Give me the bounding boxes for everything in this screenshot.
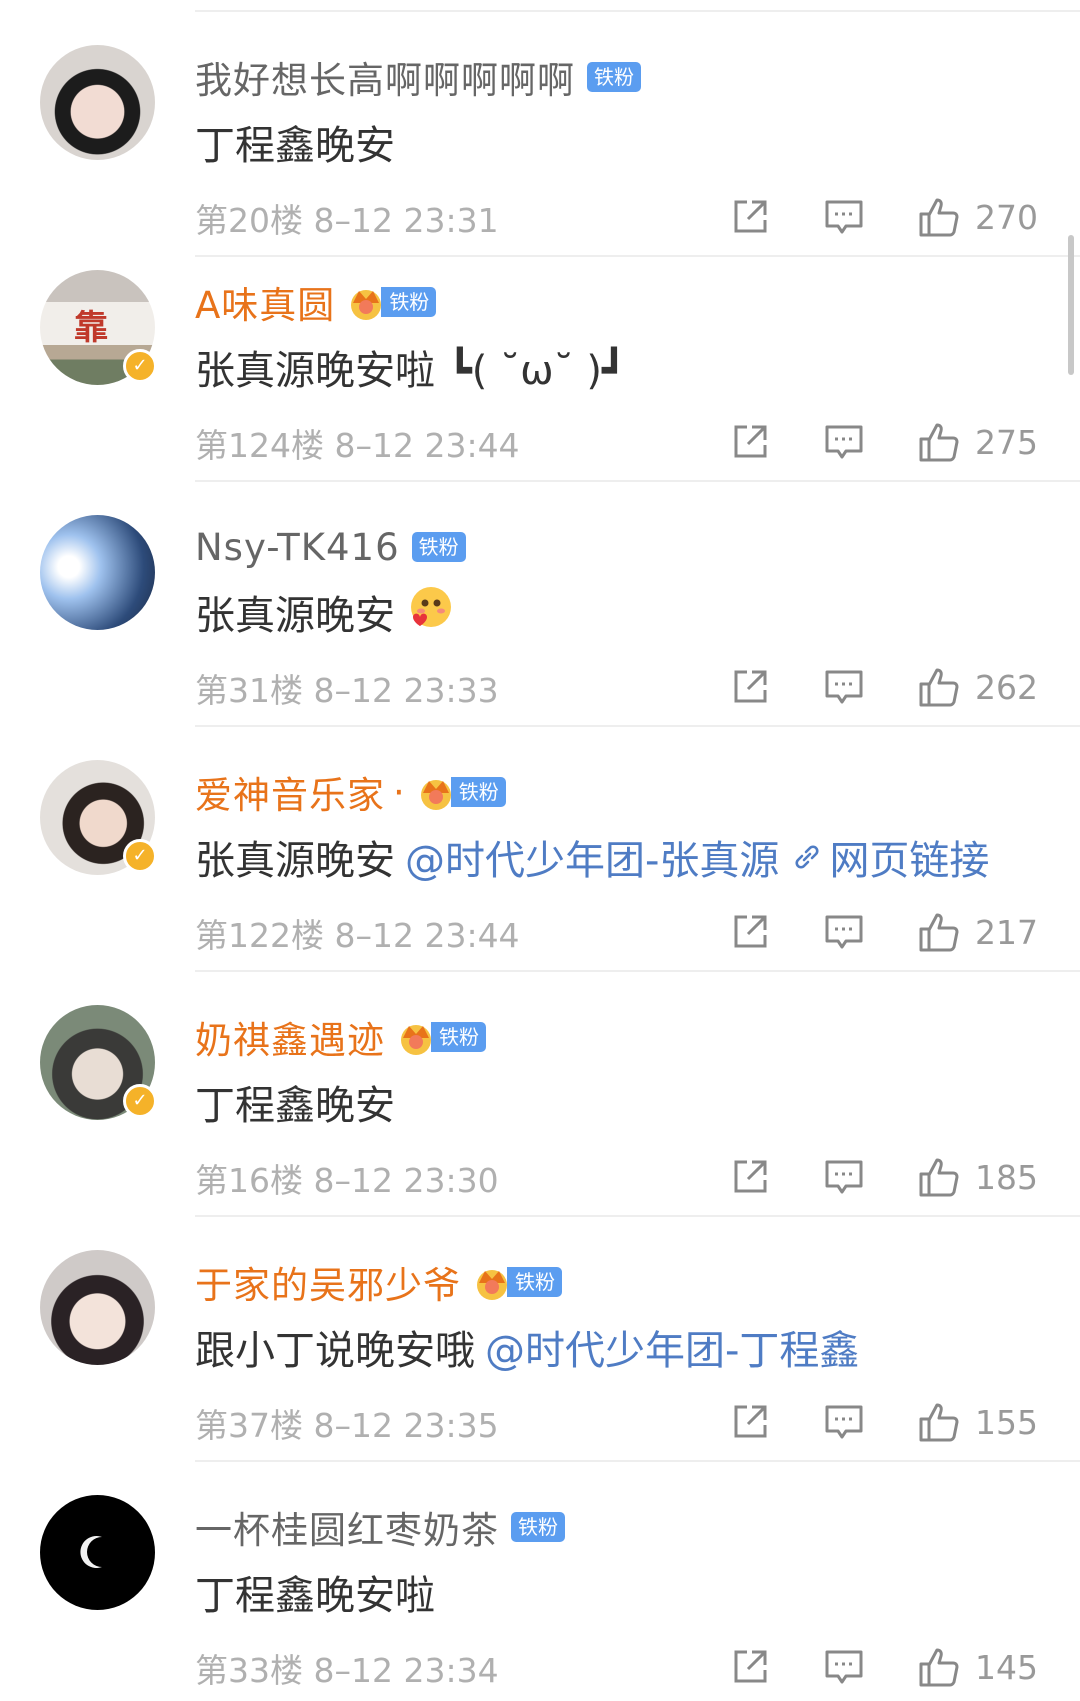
username[interactable]: 我好想长高啊啊啊啊啊	[195, 50, 575, 104]
like-icon[interactable]	[917, 1155, 961, 1199]
verified-icon: ✓	[123, 1084, 157, 1118]
avatar[interactable]	[40, 1495, 155, 1610]
comment-item[interactable]: 一杯桂圆红枣奶茶 铁粉 丁程鑫晚安啦 第33楼 8–12 23:34 145	[0, 1462, 1080, 1701]
username[interactable]: 一杯桂圆红枣奶茶	[195, 1500, 499, 1554]
username[interactable]: 奶祺鑫遇迹	[195, 1010, 385, 1064]
like-icon[interactable]	[917, 1400, 961, 1444]
like-count: 270	[975, 197, 1038, 237]
floor-time: 第124楼 8–12 23:44	[195, 426, 520, 465]
username[interactable]: Nsy-TK416	[195, 526, 400, 569]
blush-heart-emoji-icon	[405, 583, 453, 641]
floor-time: 第16楼 8–12 23:30	[195, 1161, 499, 1200]
comment-text: 丁程鑫晚安啦	[195, 1573, 435, 1619]
share-icon[interactable]	[729, 196, 771, 238]
comment-icon[interactable]	[823, 421, 865, 463]
fan-badge: 铁粉	[587, 62, 641, 92]
avatar[interactable]: ✓	[40, 760, 157, 875]
share-icon[interactable]	[729, 421, 771, 463]
avatar[interactable]: ✓	[40, 1005, 157, 1120]
moon-icon	[80, 1536, 102, 1568]
avatar[interactable]	[40, 1250, 155, 1365]
floor-time: 第37楼 8–12 23:35	[195, 1406, 499, 1445]
fan-badge: 铁粉	[431, 1022, 486, 1052]
share-icon[interactable]	[729, 1401, 771, 1443]
fan-badge: 铁粉	[411, 532, 466, 562]
comment-icon[interactable]	[823, 1156, 865, 1198]
verified-icon: ✓	[123, 349, 157, 383]
like-icon[interactable]	[917, 665, 961, 709]
share-icon[interactable]	[729, 666, 771, 708]
mention-link[interactable]: @时代少年团-丁程鑫	[485, 1318, 859, 1376]
comment-icon[interactable]	[823, 1646, 865, 1688]
comment-text: 跟小丁说晚安哦	[195, 1328, 475, 1374]
comment-icon[interactable]	[823, 666, 865, 708]
avatar[interactable]: 靠 ✓	[40, 270, 157, 385]
verified-icon: ✓	[123, 839, 157, 873]
comment-text: 张真源晚安啦 ┗( ˘ω˘ )┛	[195, 348, 627, 394]
floor-time: 第20楼 8–12 23:31	[195, 201, 499, 240]
mention-link[interactable]: @时代少年团-张真源	[405, 828, 779, 886]
like-count: 262	[975, 667, 1038, 707]
username[interactable]: 于家的吴邪少爷	[195, 1255, 461, 1309]
link-icon	[795, 845, 819, 869]
crown-icon	[417, 773, 455, 811]
avatar[interactable]	[40, 515, 155, 630]
comment-text: 丁程鑫晚安	[195, 1083, 395, 1129]
crown-icon	[397, 1018, 435, 1056]
floor-time: 第122楼 8–12 23:44	[195, 916, 520, 955]
comment-text: 丁程鑫晚安	[195, 123, 395, 169]
fan-badge: 铁粉	[450, 777, 506, 807]
floor-time: 第31楼 8–12 23:33	[195, 671, 499, 710]
floor-time: 第33楼 8–12 23:34	[195, 1651, 499, 1690]
fan-badge: 铁粉	[381, 287, 437, 317]
scrollbar[interactable]	[1068, 235, 1074, 375]
crown-icon	[473, 1263, 511, 1301]
username[interactable]: A味真圆	[195, 275, 335, 329]
comment-item[interactable]: 我好想长高啊啊啊啊啊 铁粉 丁程鑫晚安 第20楼 8–12 23:31 270	[0, 12, 1080, 257]
like-count: 185	[975, 1157, 1038, 1197]
crown-icon	[347, 283, 385, 321]
like-icon[interactable]	[917, 420, 961, 464]
comment-icon[interactable]	[823, 911, 865, 953]
comment-icon[interactable]	[823, 1401, 865, 1443]
web-link-label: 网页链接	[829, 838, 990, 884]
share-icon[interactable]	[729, 1646, 771, 1688]
fan-badge: 铁粉	[507, 1267, 562, 1297]
like-count: 145	[975, 1647, 1038, 1687]
like-count: 155	[975, 1402, 1038, 1442]
avatar[interactable]	[40, 45, 155, 160]
comment-item[interactable]: 靠 ✓ A味真圆 铁粉 张真源晚安啦 ┗( ˘ω˘ )┛ 第124楼 8–12 …	[0, 237, 1080, 482]
web-link[interactable]: 网页链接	[791, 828, 989, 886]
fan-badge: 铁粉	[511, 1512, 565, 1542]
share-icon[interactable]	[729, 911, 771, 953]
username[interactable]: 爱神音乐家	[195, 765, 385, 819]
like-icon[interactable]	[917, 1645, 961, 1689]
share-icon[interactable]	[729, 1156, 771, 1198]
comment-feed: 我好想长高啊啊啊啊啊 铁粉 丁程鑫晚安 第20楼 8–12 23:31 270 …	[0, 0, 1080, 1701]
like-count: 217	[975, 912, 1038, 952]
comment-item[interactable]: ✓ 爱神音乐家 · 铁粉 张真源晚安 @时代少年团-张真源 网页链接 第122楼…	[0, 727, 1080, 972]
comment-item[interactable]: 于家的吴邪少爷 铁粉 跟小丁说晚安哦 @时代少年团-丁程鑫 第37楼 8–12 …	[0, 1217, 1080, 1462]
like-icon[interactable]	[917, 910, 961, 954]
comment-icon[interactable]	[823, 196, 865, 238]
like-count: 275	[975, 422, 1038, 462]
comment-text: 张真源晚安	[195, 593, 395, 639]
comment-item[interactable]: Nsy-TK416 铁粉 张真源晚安 第31楼 8–12 23:33 262	[0, 482, 1080, 727]
comment-item[interactable]: ✓ 奶祺鑫遇迹 铁粉 丁程鑫晚安 第16楼 8–12 23:30 185	[0, 972, 1080, 1217]
avatar-character: 靠	[74, 308, 108, 348]
name-dot: ·	[393, 770, 405, 814]
comment-text: 张真源晚安	[195, 838, 395, 884]
like-icon[interactable]	[917, 195, 961, 239]
